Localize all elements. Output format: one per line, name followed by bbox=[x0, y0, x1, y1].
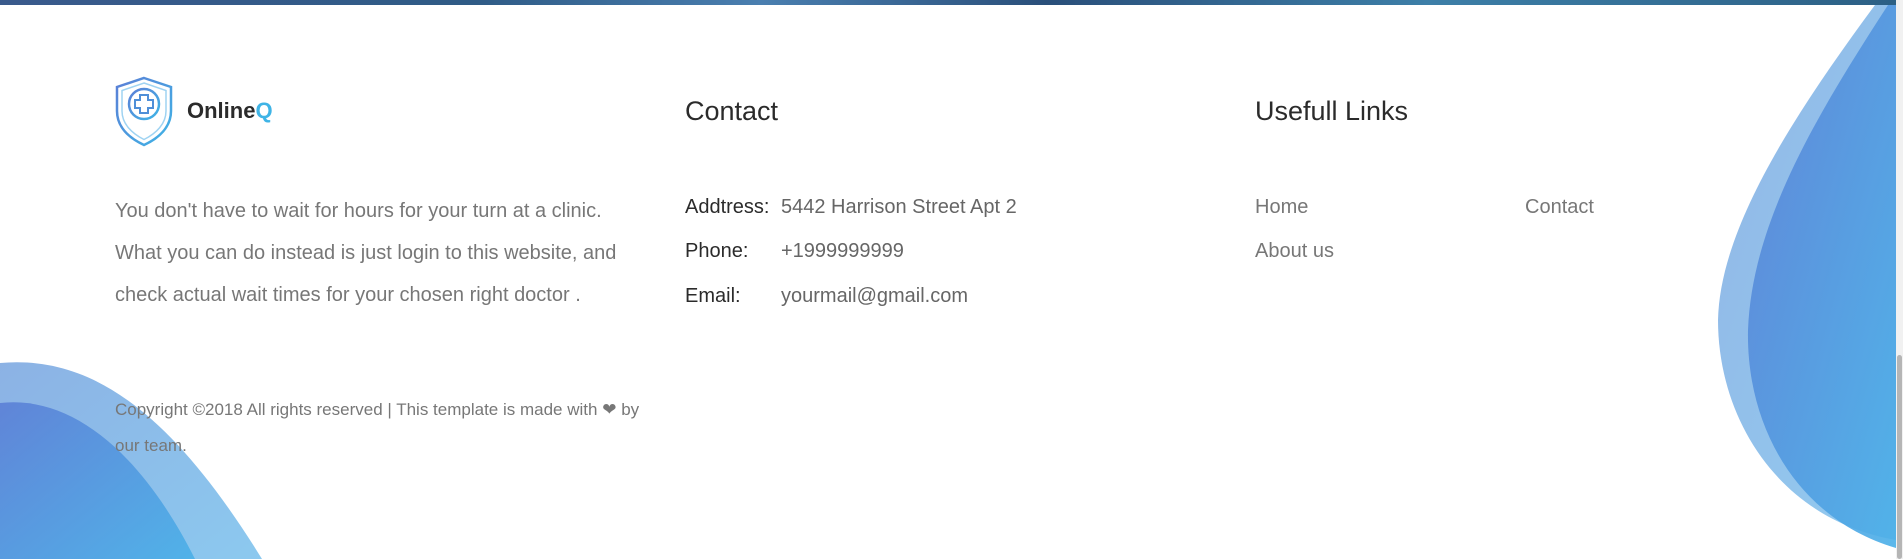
address-value: 5442 Harrison Street Apt 2 bbox=[781, 196, 1017, 218]
brand-logo[interactable]: OnlineQ bbox=[113, 75, 273, 147]
heart-icon: ❤ bbox=[602, 400, 617, 419]
shield-medical-cross-icon bbox=[115, 76, 173, 147]
address-label: Addtress: bbox=[685, 196, 770, 218]
copyright-before-heart: Copyright ©2018 All rights reserved | Th… bbox=[115, 400, 598, 419]
contact-heading: Contact bbox=[685, 96, 779, 126]
about-text: You don't have to wait for hours for you… bbox=[115, 200, 617, 306]
brand-name-accent: Q bbox=[255, 98, 273, 123]
scrollbar-thumb[interactable] bbox=[1897, 355, 1902, 559]
footer-link-home[interactable]: Home bbox=[1255, 196, 1308, 219]
page-scrollbar[interactable] bbox=[1896, 0, 1903, 559]
email-label: Email: bbox=[685, 285, 741, 307]
copyright-text: Copyright ©2018 All rights reserved | Th… bbox=[115, 392, 645, 464]
brand-name: OnlineQ bbox=[187, 98, 273, 124]
footer-link-about-us[interactable]: About us bbox=[1255, 240, 1334, 263]
phone-value: +1999999999 bbox=[781, 240, 904, 262]
useful-links-heading: Usefull Links bbox=[1255, 96, 1409, 126]
brand-name-main: Online bbox=[187, 98, 256, 123]
footer-link-contact[interactable]: Contact bbox=[1525, 196, 1594, 219]
email-value: yourmail@gmail.com bbox=[781, 285, 969, 307]
phone-label: Phone: bbox=[685, 240, 749, 262]
